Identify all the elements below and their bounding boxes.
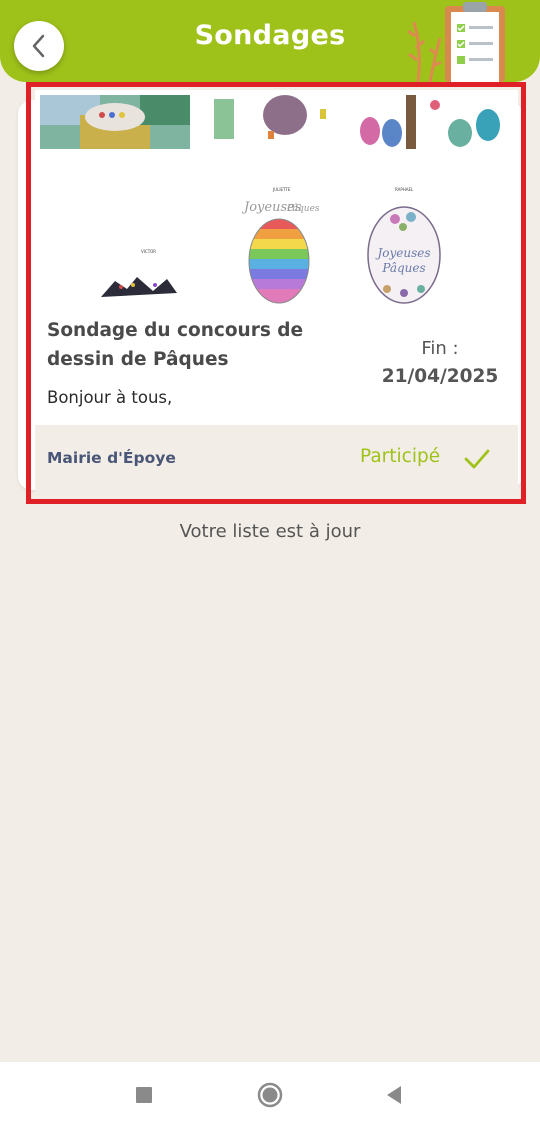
highlight-frame xyxy=(26,82,526,504)
square-icon[interactable] xyxy=(129,1080,159,1110)
circle-icon[interactable] xyxy=(255,1080,285,1110)
app-header: Sondages xyxy=(0,0,540,82)
triangle-back-icon[interactable] xyxy=(379,1080,409,1110)
system-navigation-bar xyxy=(0,1062,540,1128)
page-title: Sondages xyxy=(194,20,346,51)
list-status: Votre liste est à jour xyxy=(179,521,361,542)
